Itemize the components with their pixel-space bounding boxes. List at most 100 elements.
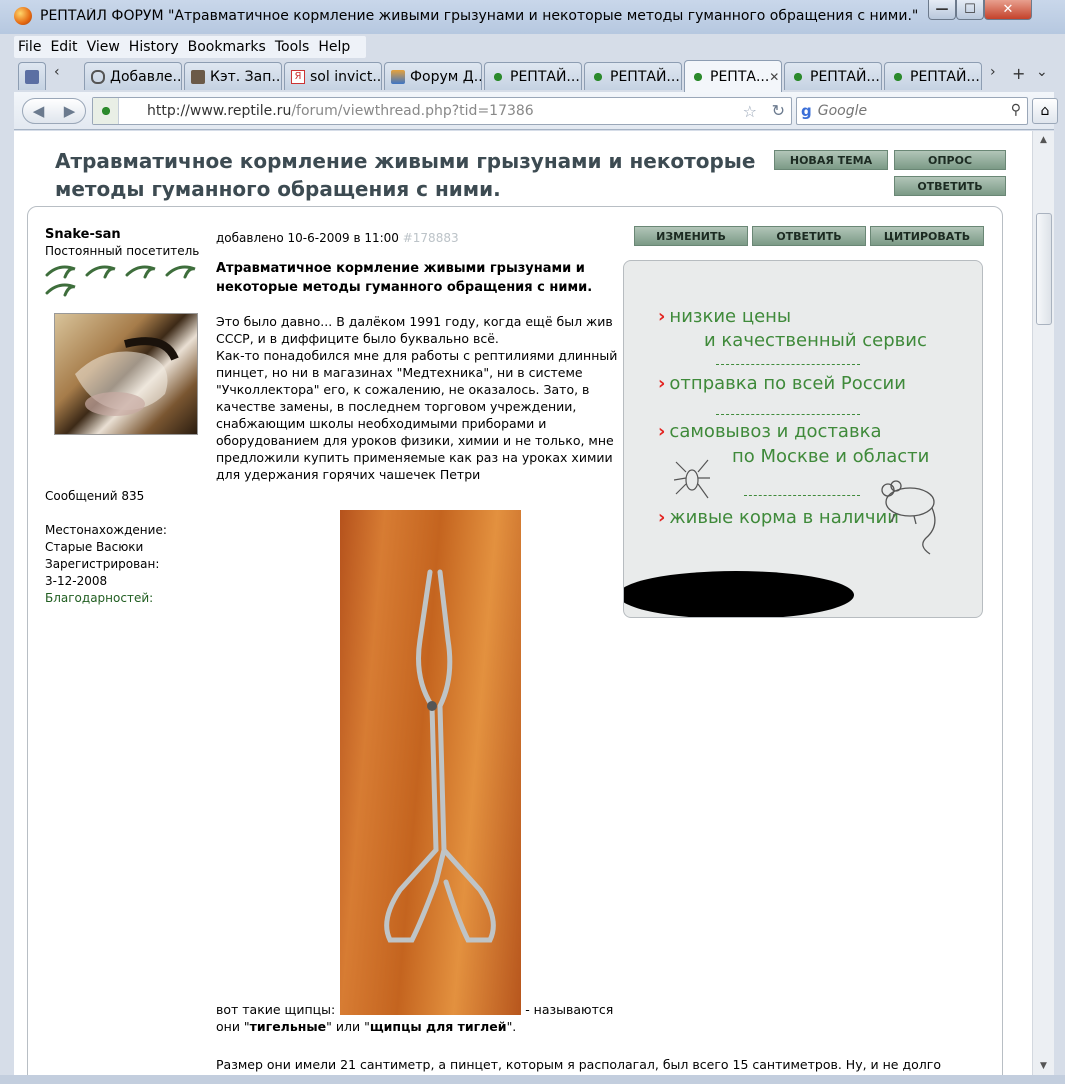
- post-body: Атравматичное кормление живыми грызунами…: [216, 259, 621, 483]
- search-bar[interactable]: g ⚲: [796, 97, 1028, 125]
- thanks-link[interactable]: Благодарностей:: [45, 591, 153, 605]
- google-icon[interactable]: g: [801, 102, 812, 120]
- reply-post-button[interactable]: ОТВЕТИТЬ: [752, 226, 866, 246]
- menu-help[interactable]: Help: [318, 39, 350, 55]
- back-arrow-icon[interactable]: ◀: [33, 102, 45, 120]
- cricket-icon: [674, 459, 710, 499]
- house-icon: [391, 69, 405, 84]
- page-scrollbar[interactable]: ▲ ▼: [1032, 131, 1054, 1075]
- tongs-caption: вот такие щипцы: - называются они "тигел…: [216, 1001, 626, 1035]
- close-window-button[interactable]: ✕: [984, 0, 1032, 20]
- red-arrow-icon: ›: [658, 373, 666, 394]
- tab-8-active[interactable]: РЕПТА... ✕: [684, 60, 782, 92]
- tab-label: Форум Д...: [410, 68, 482, 85]
- caption-text: ".: [506, 1019, 517, 1034]
- ad-divider: [744, 495, 860, 496]
- caption-text: " или ": [326, 1019, 370, 1034]
- paperclip-icon: [91, 69, 105, 84]
- menu-tools[interactable]: Tools: [275, 39, 310, 55]
- url-path: /forum/viewthread.php?tid=17386: [291, 103, 534, 119]
- tab-7[interactable]: РЕПТАЙ...: [584, 62, 682, 90]
- home-icon: ⌂: [1040, 103, 1050, 119]
- new-tab-icon[interactable]: +: [1012, 64, 1025, 83]
- site-identity-button[interactable]: [93, 98, 119, 124]
- tab-scroll-left-icon[interactable]: ‹: [54, 64, 60, 80]
- tongs-photo: [340, 510, 521, 1015]
- thread-title: Атравматичное кормление живыми грызунами…: [55, 149, 756, 201]
- new-topic-button[interactable]: НОВАЯ ТЕМА: [774, 150, 888, 170]
- scrollbar-thumb[interactable]: [1036, 213, 1052, 325]
- leaf-icon: [98, 104, 113, 118]
- tab-label: Кэт. Зап...: [210, 68, 282, 85]
- tab-label: РЕПТА...: [710, 68, 770, 85]
- ad-line-service: и качественный сервис: [704, 330, 927, 351]
- red-arrow-icon: ›: [658, 507, 666, 528]
- tab-2[interactable]: Добавле...: [84, 62, 182, 90]
- tab-9[interactable]: РЕПТАЙ...: [784, 62, 882, 90]
- leaf-icon: [691, 69, 705, 84]
- back-forward-buttons: ◀ ▶: [22, 98, 86, 124]
- home-button[interactable]: ⌂: [1032, 98, 1058, 124]
- tab-scroll-right-icon[interactable]: ›: [990, 64, 996, 80]
- tab-3[interactable]: Кэт. Зап...: [184, 62, 282, 90]
- redacted-blot: [624, 571, 854, 617]
- menu-view[interactable]: View: [87, 39, 120, 55]
- ad-line-moscow: по Москве и области: [732, 446, 930, 467]
- search-input[interactable]: [815, 102, 986, 120]
- author-name[interactable]: Snake-san: [45, 227, 205, 242]
- maximize-button[interactable]: ☐: [956, 0, 984, 20]
- close-tab-icon[interactable]: ✕: [769, 70, 779, 84]
- yandex-icon: Я: [291, 69, 305, 84]
- author-info: Snake-san Постоянный посетитель: [45, 227, 205, 258]
- list-tabs-icon[interactable]: ⌄: [1036, 64, 1048, 80]
- url-bar[interactable]: http://www.reptile.ru/forum/viewthread.p…: [92, 97, 792, 125]
- post-title: Атравматичное кормление живыми грызунами…: [216, 261, 593, 295]
- search-icon[interactable]: ⚲: [1011, 102, 1021, 118]
- window-title: РЕПТАЙЛ ФОРУМ "Атравматичное кормление ж…: [40, 8, 920, 24]
- menu-edit[interactable]: Edit: [50, 39, 77, 55]
- scroll-down-icon[interactable]: ▼: [1040, 1061, 1047, 1071]
- forward-arrow-icon[interactable]: ▶: [64, 102, 76, 120]
- tab-5[interactable]: Форум Д...: [384, 62, 482, 90]
- caption-text: - называются: [525, 1002, 614, 1017]
- menu-bookmarks[interactable]: Bookmarks: [188, 39, 266, 55]
- bookmark-star-icon[interactable]: ☆: [743, 102, 757, 121]
- reply-thread-button[interactable]: ОТВЕТИТЬ: [894, 176, 1006, 196]
- window-titlebar: РЕПТАЙЛ ФОРУМ "Атравматичное кормление ж…: [0, 0, 1065, 34]
- caption-bold: щипцы для тиглей: [369, 1019, 507, 1034]
- ad-text: низкие цены: [669, 306, 792, 327]
- tab-label: sol invict...: [310, 68, 382, 85]
- author-rank: Постоянный посетитель: [45, 244, 200, 258]
- author-posts: Сообщений 835: [45, 489, 145, 503]
- tab-6[interactable]: РЕПТАЙ...: [484, 62, 582, 90]
- firefox-icon: [14, 7, 32, 25]
- ad-text: самовывоз и доставка: [669, 421, 882, 442]
- quote-post-button[interactable]: ЦИТИРОВАТЬ: [870, 226, 984, 246]
- caption-bold: тигельные: [249, 1019, 327, 1034]
- ad-line-live-food: › живые корма в наличии: [658, 507, 899, 528]
- edit-post-button[interactable]: ИЗМЕНИТЬ: [634, 226, 748, 246]
- post-date-text: добавлено 10-6-2009 в 11:00: [216, 231, 399, 245]
- tab-10[interactable]: РЕПТАЙ...: [884, 62, 982, 90]
- ad-divider: [716, 414, 860, 415]
- registered-label: Зарегистрирован:: [45, 557, 160, 571]
- caption-text: они ": [216, 1019, 250, 1034]
- ad-line-shipping: › отправка по всей России: [658, 373, 906, 394]
- avatar: [54, 313, 198, 435]
- menu-file[interactable]: File: [18, 39, 41, 55]
- ad-text: отправка по всей России: [669, 373, 906, 394]
- poll-button[interactable]: ОПРОС: [894, 150, 1006, 170]
- tab-1[interactable]: [18, 62, 46, 90]
- scroll-up-icon[interactable]: ▲: [1040, 135, 1047, 145]
- status-bar: [0, 1075, 1065, 1084]
- menu-history[interactable]: History: [129, 39, 179, 55]
- reload-icon[interactable]: ↻: [772, 101, 785, 120]
- tab-label: РЕПТАЙ...: [510, 68, 580, 85]
- minimize-button[interactable]: —: [928, 0, 956, 20]
- location-label: Местонахождение:: [45, 523, 167, 537]
- post-id-link[interactable]: #178883: [403, 231, 459, 245]
- advertisement-banner[interactable]: › низкие цены и качественный сервис › отпр…: [623, 260, 983, 618]
- tab-label: Добавле...: [110, 68, 182, 85]
- tab-label: РЕПТАЙ...: [910, 68, 980, 85]
- tab-4[interactable]: Я sol invict...: [284, 62, 382, 90]
